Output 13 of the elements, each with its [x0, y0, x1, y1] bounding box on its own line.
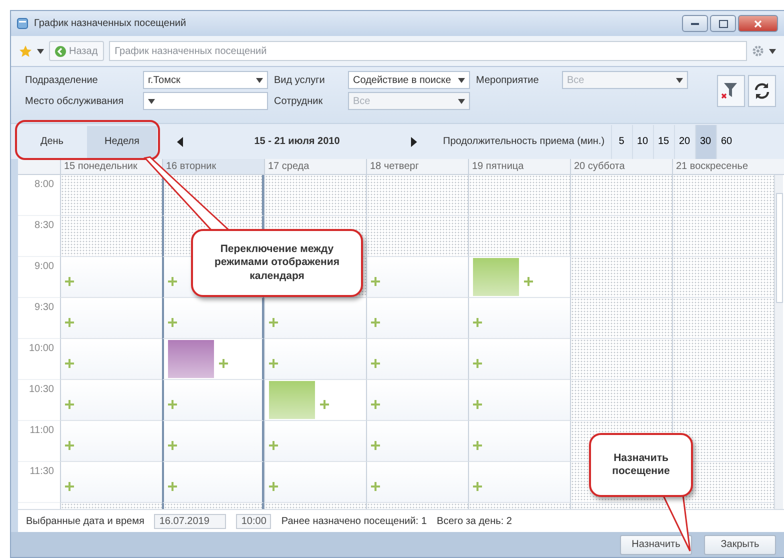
duration-label: Продолжительность приема (мин.) [443, 136, 605, 147]
filter-label: Мероприятие [476, 74, 540, 86]
booked-count: Ранее назначено посещений: 1 [281, 516, 427, 526]
callout-tooltip: Переключение между режимами отображения календаря [191, 229, 363, 297]
filter-label: Сотрудник [274, 96, 324, 106]
filter-label: Подразделение [25, 74, 99, 86]
filter-label: Вид услуги [274, 74, 326, 86]
window-title: График назначенных посещений [34, 18, 188, 29]
callout-tooltip: Назначить посещение [589, 433, 693, 497]
period-label: 15 - 21 июля 2010 [254, 136, 340, 147]
filter-label: Место обслуживания [25, 96, 124, 106]
field-label: Выбранные дата и время [26, 516, 144, 526]
day-total: Всего за день: 2 [436, 516, 512, 526]
